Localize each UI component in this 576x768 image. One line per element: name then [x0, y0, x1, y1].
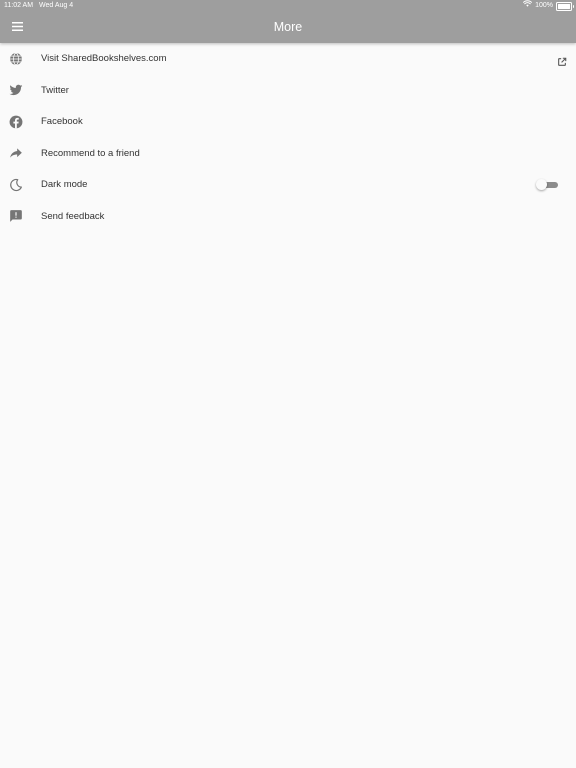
battery-percent: 100% [535, 2, 553, 9]
list-item-recommend[interactable]: Recommend to a friend [0, 138, 576, 170]
more-menu-list: Visit SharedBookshelves.com Twitter Face… [0, 43, 576, 232]
list-item-twitter[interactable]: Twitter [0, 75, 576, 107]
page-title: More [273, 20, 303, 34]
status-bar: 11:02 AM Wed Aug 4 100% [0, 0, 576, 12]
list-item-label: Visit SharedBookshelves.com [41, 53, 167, 64]
list-item-visit-website[interactable]: Visit SharedBookshelves.com [0, 43, 576, 75]
share-arrow-icon [9, 146, 23, 160]
list-item-label: Dark mode [41, 179, 88, 190]
status-date: Wed Aug 4 [39, 2, 74, 9]
app-header: 11:02 AM Wed Aug 4 100% More [0, 0, 576, 43]
wifi-icon [523, 0, 533, 12]
list-item-send-feedback[interactable]: Send feedback [0, 201, 576, 233]
facebook-icon [9, 115, 23, 129]
list-item-dark-mode[interactable]: Dark mode [0, 169, 576, 201]
battery-fill [558, 3, 570, 9]
list-item-label: Facebook [41, 116, 83, 127]
toggle-thumb [536, 179, 547, 191]
app-bar: More [0, 12, 576, 43]
battery-icon [556, 1, 574, 11]
list-item-label: Send feedback [41, 210, 105, 222]
list-item-facebook[interactable]: Facebook [0, 106, 576, 138]
moon-icon [9, 178, 23, 192]
list-item-label: Twitter [41, 84, 69, 96]
list-item-label: Recommend to a friend [41, 147, 140, 159]
feedback-icon [9, 209, 23, 223]
dark-mode-toggle[interactable] [536, 179, 560, 191]
status-time: 11:02 AM [4, 2, 34, 9]
globe-icon [9, 52, 23, 66]
twitter-icon [9, 83, 23, 97]
status-right: 100% [523, 0, 574, 12]
external-link-icon [557, 54, 567, 66]
